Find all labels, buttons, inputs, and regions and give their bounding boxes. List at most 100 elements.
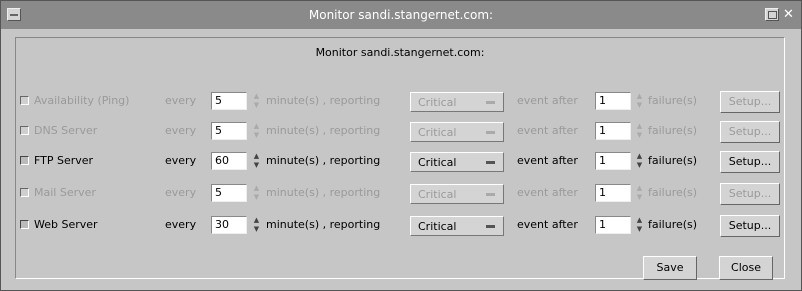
- every-label: every: [165, 154, 197, 167]
- monitor-panel: Monitor sandi.stangernet.com: Availabili…: [15, 37, 785, 279]
- severity-value: Critical: [418, 188, 457, 201]
- every-label: every: [165, 218, 197, 231]
- interval-spinner[interactable]: ▲ ▼: [251, 122, 262, 140]
- event-after-label: event after: [517, 154, 578, 167]
- service-checkbox[interactable]: [20, 126, 29, 135]
- dropdown-indicator-icon: [486, 193, 495, 196]
- close-button[interactable]: Close: [719, 256, 773, 280]
- service-label: Availability (Ping): [34, 94, 130, 107]
- failures-spinner[interactable]: ▲ ▼: [634, 152, 645, 170]
- spin-down-icon[interactable]: ▼: [251, 225, 262, 234]
- every-label: every: [165, 186, 197, 199]
- service-row: Web Server every 30 ▲ ▼ minute(s) , reporting…: [16, 212, 786, 237]
- dropdown-indicator-icon: [486, 131, 495, 134]
- service-checkbox[interactable]: [20, 188, 29, 197]
- setup-button[interactable]: Setup...: [720, 215, 780, 237]
- spin-up-icon[interactable]: ▲: [251, 184, 262, 193]
- setup-button[interactable]: Setup...: [720, 183, 780, 205]
- setup-button[interactable]: Setup...: [720, 151, 780, 173]
- window-title: Monitor sandi.stangernet.com:: [308, 8, 494, 22]
- severity-dropdown[interactable]: Critical: [410, 184, 504, 204]
- service-row: Availability (Ping) every 5 ▲ ▼ minute(s) , r…: [16, 88, 786, 113]
- failures-label: failure(s): [648, 186, 698, 199]
- spin-up-icon[interactable]: ▲: [634, 122, 645, 131]
- severity-value: Critical: [418, 96, 457, 109]
- spin-up-icon[interactable]: ▲: [251, 92, 262, 101]
- service-checkbox[interactable]: [20, 96, 29, 105]
- spin-down-icon[interactable]: ▼: [634, 225, 645, 234]
- maximize-icon[interactable]: [765, 8, 779, 21]
- failures-label: failure(s): [648, 154, 698, 167]
- failures-spinner[interactable]: ▲ ▼: [634, 184, 645, 202]
- close-icon[interactable]: ✕: [783, 7, 794, 22]
- event-after-label: event after: [517, 218, 578, 231]
- minutes-reporting-label: minute(s) , reporting: [266, 186, 381, 199]
- service-label: Web Server: [34, 218, 98, 231]
- setup-button[interactable]: Setup...: [720, 121, 780, 143]
- title-bar[interactable]: Monitor sandi.stangernet.com: ✕: [1, 1, 801, 29]
- minutes-reporting-label: minute(s) , reporting: [266, 94, 381, 107]
- severity-dropdown[interactable]: Critical: [410, 92, 504, 112]
- severity-dropdown[interactable]: Critical: [410, 152, 504, 172]
- spin-up-icon[interactable]: ▲: [251, 152, 262, 161]
- interval-spinner[interactable]: ▲ ▼: [251, 184, 262, 202]
- every-label: every: [165, 94, 197, 107]
- interval-input[interactable]: 5: [211, 184, 247, 202]
- interval-spinner[interactable]: ▲ ▼: [251, 92, 262, 110]
- spin-up-icon[interactable]: ▲: [634, 152, 645, 161]
- service-label: FTP Server: [34, 154, 94, 167]
- interval-spinner[interactable]: ▲ ▼: [251, 216, 262, 234]
- failures-spinner[interactable]: ▲ ▼: [634, 92, 645, 110]
- interval-input[interactable]: 5: [211, 122, 247, 140]
- spin-down-icon[interactable]: ▼: [634, 161, 645, 170]
- severity-dropdown[interactable]: Critical: [410, 216, 504, 236]
- save-button[interactable]: Save: [643, 256, 697, 280]
- severity-dropdown[interactable]: Critical: [410, 122, 504, 142]
- event-after-label: event after: [517, 124, 578, 137]
- interval-input[interactable]: 60: [211, 152, 247, 170]
- service-checkbox[interactable]: [20, 220, 29, 229]
- every-label: every: [165, 124, 197, 137]
- interval-input[interactable]: 30: [211, 216, 247, 234]
- setup-button[interactable]: Setup...: [720, 91, 780, 113]
- minutes-reporting-label: minute(s) , reporting: [266, 154, 381, 167]
- failures-input[interactable]: 1: [595, 122, 631, 140]
- severity-value: Critical: [418, 220, 457, 233]
- failures-input[interactable]: 1: [595, 184, 631, 202]
- spin-up-icon[interactable]: ▲: [634, 216, 645, 225]
- spin-down-icon[interactable]: ▼: [634, 131, 645, 140]
- service-row: DNS Server every 5 ▲ ▼ minute(s) , reporting C…: [16, 118, 786, 143]
- failures-input[interactable]: 1: [595, 152, 631, 170]
- event-after-label: event after: [517, 186, 578, 199]
- dropdown-indicator-icon: [486, 161, 495, 164]
- spin-down-icon[interactable]: ▼: [251, 131, 262, 140]
- minutes-reporting-label: minute(s) , reporting: [266, 124, 381, 137]
- spin-up-icon[interactable]: ▲: [634, 92, 645, 101]
- dialog-header: Monitor sandi.stangernet.com:: [315, 46, 485, 59]
- spin-down-icon[interactable]: ▼: [634, 193, 645, 202]
- monitor-window: Monitor sandi.stangernet.com: ✕ Monitor …: [0, 0, 802, 291]
- spin-down-icon[interactable]: ▼: [251, 193, 262, 202]
- dropdown-indicator-icon: [486, 101, 495, 104]
- spin-up-icon[interactable]: ▲: [634, 184, 645, 193]
- failures-label: failure(s): [648, 94, 698, 107]
- severity-value: Critical: [418, 156, 457, 169]
- service-label: Mail Server: [34, 186, 96, 199]
- spin-down-icon[interactable]: ▼: [634, 101, 645, 110]
- failures-input[interactable]: 1: [595, 216, 631, 234]
- failures-spinner[interactable]: ▲ ▼: [634, 122, 645, 140]
- service-row: Mail Server every 5 ▲ ▼ minute(s) , reporting…: [16, 180, 786, 205]
- spin-down-icon[interactable]: ▼: [251, 161, 262, 170]
- failures-input[interactable]: 1: [595, 92, 631, 110]
- service-checkbox[interactable]: [20, 156, 29, 165]
- failures-spinner[interactable]: ▲ ▼: [634, 216, 645, 234]
- interval-input[interactable]: 5: [211, 92, 247, 110]
- severity-value: Critical: [418, 126, 457, 139]
- event-after-label: event after: [517, 94, 578, 107]
- spin-up-icon[interactable]: ▲: [251, 122, 262, 131]
- spin-down-icon[interactable]: ▼: [251, 101, 262, 110]
- failures-label: failure(s): [648, 218, 698, 231]
- spin-up-icon[interactable]: ▲: [251, 216, 262, 225]
- service-row: FTP Server every 60 ▲ ▼ minute(s) , reporting…: [16, 148, 786, 173]
- interval-spinner[interactable]: ▲ ▼: [251, 152, 262, 170]
